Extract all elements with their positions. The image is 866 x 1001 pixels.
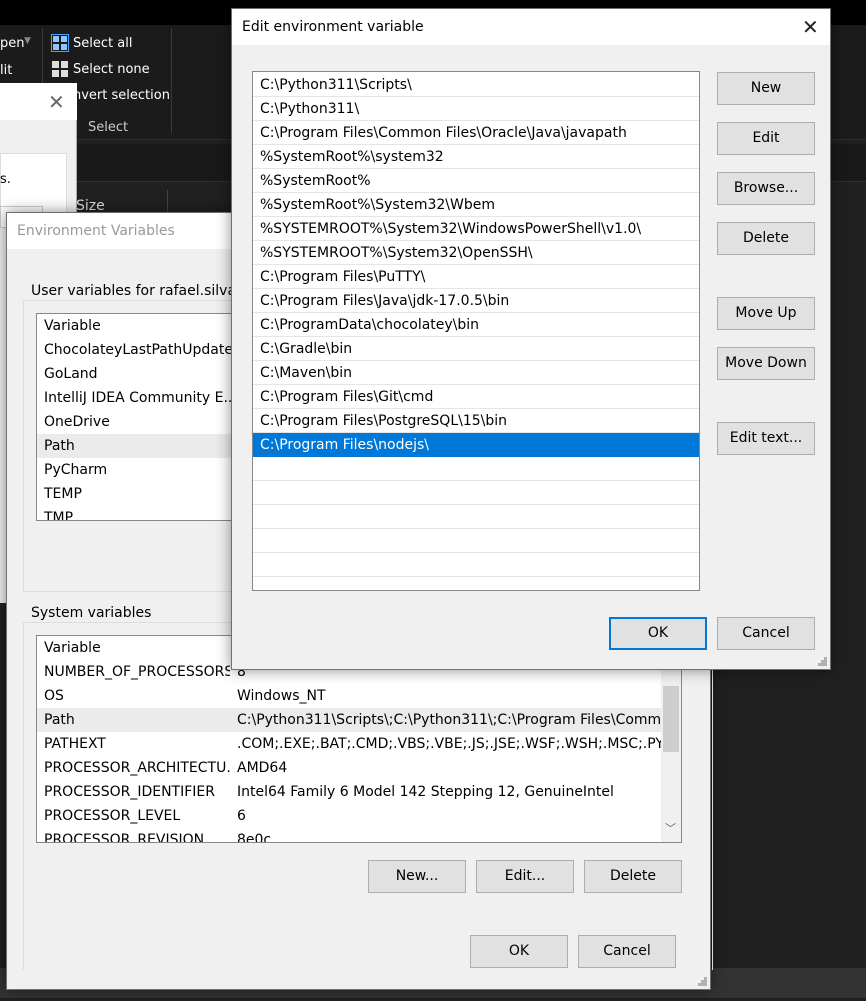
background-dialog-titlebar	[0, 83, 77, 120]
variable-name: Path	[44, 712, 75, 728]
list-item[interactable]: %SystemRoot%\system32	[253, 145, 699, 169]
list-item[interactable]: C:\ProgramData\chocolatey\bin	[253, 313, 699, 337]
open-button[interactable]: pen	[0, 36, 25, 51]
list-item[interactable]: C:\Program Files\PuTTY\	[253, 265, 699, 289]
list-item[interactable]: C:\Python311\	[253, 97, 699, 121]
system-new-button[interactable]: New...	[368, 860, 466, 893]
variable-value: 8e0c	[237, 832, 272, 843]
edit-dialog-titlebar: Edit environment variable	[232, 9, 830, 45]
list-item[interactable]: C:\Program Files\Java\jdk-17.0.5\bin	[253, 289, 699, 313]
env-cancel-button[interactable]: Cancel	[578, 935, 676, 968]
list-item[interactable]: C:\Program Files\Common Files\Oracle\Jav…	[253, 121, 699, 145]
empty-list-row[interactable]	[253, 529, 699, 553]
list-item[interactable]: %SystemRoot%\System32\Wbem	[253, 193, 699, 217]
delete-button[interactable]: Delete	[717, 222, 815, 255]
variable-name: PROCESSOR_REVISION	[44, 832, 205, 843]
ribbon-divider	[171, 28, 172, 133]
scrollbar-thumb[interactable]	[663, 686, 679, 752]
variable-value: AMD64	[237, 760, 288, 776]
table-row[interactable]: PROCESSOR_REVISION 8e0c	[37, 828, 661, 843]
background-dialog-text: s.	[0, 172, 11, 187]
cancel-button[interactable]: Cancel	[717, 617, 815, 650]
variable-name: PROCESSOR_ARCHITECTU...	[44, 760, 230, 776]
edit-text-button[interactable]: Edit text...	[717, 422, 815, 455]
list-item[interactable]: C:\Program Files\Git\cmd	[253, 385, 699, 409]
resize-grip-icon[interactable]	[698, 977, 708, 987]
edit-dialog-title: Edit environment variable	[242, 19, 424, 35]
close-icon[interactable]: ✕	[48, 90, 65, 114]
close-icon[interactable]: ✕	[802, 15, 819, 39]
list-item[interactable]: C:\Gradle\bin	[253, 337, 699, 361]
empty-list-row[interactable]	[253, 505, 699, 529]
variable-name: PATHEXT	[44, 736, 106, 752]
empty-list-row[interactable]	[253, 481, 699, 505]
user-variables-label: User variables for rafael.silva	[28, 283, 240, 299]
variable-value: C:\Python311\Scripts\;C:\Python311\;C:\P…	[237, 712, 661, 728]
browse-button[interactable]: Browse...	[717, 172, 815, 205]
env-ok-button[interactable]: OK	[470, 935, 568, 968]
ok-button[interactable]: OK	[609, 617, 707, 650]
variable-value: Windows_NT	[237, 688, 326, 704]
variable-name: NUMBER_OF_PROCESSORS	[44, 664, 230, 680]
table-row[interactable]: PROCESSOR_IDENTIFIER Intel64 Family 6 Mod…	[37, 780, 661, 804]
list-item[interactable]: %SYSTEMROOT%\System32\WindowsPowerShell\…	[253, 217, 699, 241]
resize-grip-icon[interactable]	[818, 657, 828, 667]
system-delete-button[interactable]: Delete	[584, 860, 682, 893]
variable-value: 6	[237, 808, 246, 824]
chevron-down-icon: ▼	[24, 36, 31, 46]
empty-list-row[interactable]	[253, 457, 699, 481]
list-item-selected[interactable]: C:\Program Files\nodejs\	[253, 433, 699, 457]
table-row[interactable]: OS Windows_NT	[37, 684, 661, 708]
edit-button[interactable]: Edit	[717, 122, 815, 155]
table-row[interactable]: PATHEXT .COM;.EXE;.BAT;.CMD;.VBS;.VBE;.JS…	[37, 732, 661, 756]
list-item[interactable]: C:\Python311\Scripts\	[253, 73, 699, 97]
path-entries-list[interactable]: C:\Python311\Scripts\ C:\Python311\ C:\Pro…	[252, 71, 700, 591]
invert-selection-button[interactable]: nvert selection	[73, 88, 170, 103]
select-all-button[interactable]: Select all	[73, 36, 132, 51]
list-item[interactable]: %SYSTEMROOT%\System32\OpenSSH\	[253, 241, 699, 265]
table-row[interactable]: PROCESSOR_ARCHITECTU... AMD64	[37, 756, 661, 780]
system-variables-label: System variables	[28, 605, 155, 621]
move-down-button[interactable]: Move Down	[717, 347, 815, 380]
list-item[interactable]: %SystemRoot%	[253, 169, 699, 193]
env-dialog-title: Environment Variables	[17, 223, 175, 239]
select-none-button[interactable]: Select none	[73, 62, 150, 77]
edit-environment-variable-dialog: Edit environment variable ✕ C:\Python311…	[231, 8, 831, 670]
variable-name: PROCESSOR_LEVEL	[44, 808, 181, 824]
select-all-icon	[51, 34, 69, 52]
table-row[interactable]: PROCESSOR_LEVEL 6	[37, 804, 661, 828]
new-button[interactable]: New	[717, 72, 815, 105]
scroll-down-arrow-icon[interactable]: ﹀	[665, 820, 676, 836]
system-list-header-variable[interactable]: Variable	[37, 636, 230, 660]
list-item[interactable]: C:\Maven\bin	[253, 361, 699, 385]
system-edit-button[interactable]: Edit...	[476, 860, 574, 893]
select-none-icon	[52, 61, 68, 77]
move-up-button[interactable]: Move Up	[717, 297, 815, 330]
variable-name: PROCESSOR_IDENTIFIER	[44, 784, 215, 800]
edit-button[interactable]: lit	[0, 63, 12, 78]
select-group-label: Select	[88, 120, 129, 135]
table-row-selected[interactable]: Path C:\Python311\Scripts\;C:\Python311\;…	[37, 708, 661, 732]
list-item[interactable]: C:\Program Files\PostgreSQL\15\bin	[253, 409, 699, 433]
variable-value: .COM;.EXE;.BAT;.CMD;.VBS;.VBE;.JS;.JSE;.…	[237, 736, 661, 752]
variable-name: OS	[44, 688, 64, 704]
empty-list-row[interactable]	[253, 553, 699, 577]
variable-value: Intel64 Family 6 Model 142 Stepping 12, …	[237, 784, 614, 800]
